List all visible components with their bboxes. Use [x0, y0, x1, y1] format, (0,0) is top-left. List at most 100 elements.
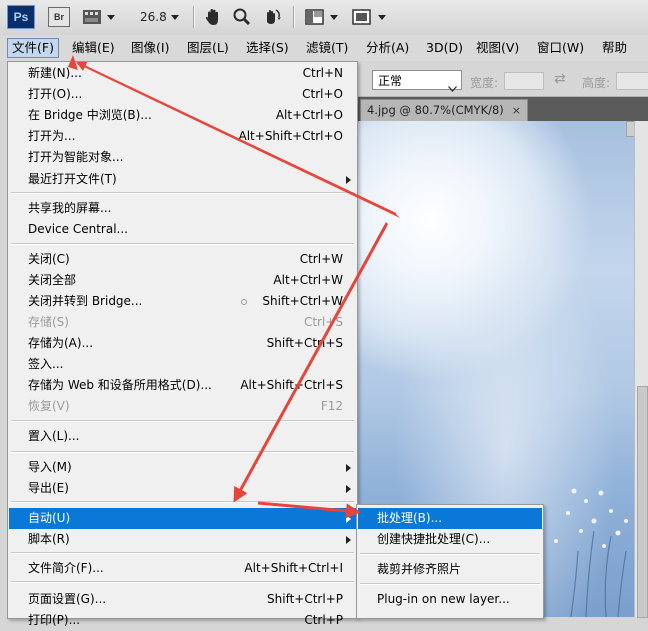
menu-item-revert: 恢复(V) F12 — [9, 396, 356, 417]
menu-item-label: Plug-in on new layer... — [377, 592, 510, 606]
file-menu: 新建(N)... Ctrl+N 打开(O)... Ctrl+O 在 Bridge 中… — [7, 61, 358, 627]
menu-item-shortcut: Alt+Shift+Ctrl+S — [240, 378, 343, 392]
menu-item-create-droplet[interactable]: 创建快捷批处理(C)... — [358, 529, 542, 550]
menu-item-place[interactable]: 置入(L)... — [9, 426, 356, 447]
menu-item-shortcut: Ctrl+S — [303, 315, 343, 329]
menu-item-open-as-smart-object[interactable]: 打开为智能对象... — [9, 147, 356, 168]
bridge-button[interactable]: Br — [48, 7, 70, 27]
automate-submenu: 批处理(B)... 创建快捷批处理(C)... 裁剪并修齐照片 Plug-in … — [356, 504, 544, 619]
hand-tool-icon[interactable] — [203, 7, 223, 27]
chevron-down-icon[interactable] — [107, 15, 115, 20]
zoom-level[interactable]: 26.8 — [140, 10, 167, 24]
menu-item-print[interactable]: 打印(P)... Ctrl+P — [9, 610, 356, 631]
chevron-down-icon[interactable] — [171, 15, 179, 20]
menu-item-recent-files[interactable]: 最近打开文件(T) — [9, 169, 356, 190]
menu-separator — [360, 583, 540, 585]
menu-item-label: 打印(P)... — [28, 613, 81, 627]
menu-item-new[interactable]: 新建(N)... Ctrl+N — [9, 63, 356, 84]
dot-icon — [241, 299, 247, 305]
menu-3d[interactable]: 3D(D) — [422, 38, 467, 58]
width-field[interactable] — [504, 72, 544, 90]
menu-item-shortcut: Shift+Ctrl+P — [267, 592, 343, 606]
menu-item-import[interactable]: 导入(M) — [9, 457, 356, 478]
menu-separator — [360, 553, 540, 555]
menu-item-close-and-go-to-bridge[interactable]: 关闭并转到 Bridge... Shift+Ctrl+W — [9, 291, 356, 312]
width-label: 宽度: — [470, 76, 499, 90]
blend-mode-value: 正常 — [378, 74, 403, 88]
menu-select[interactable]: 选择(S) — [242, 38, 293, 58]
menu-item-label: 在 Bridge 中浏览(B)... — [28, 108, 152, 122]
menu-item-label: 批处理(B)... — [377, 511, 443, 525]
menu-item-plugin-new-layer[interactable]: Plug-in on new layer... — [358, 589, 542, 610]
menu-item-close-all[interactable]: 关闭全部 Alt+Ctrl+W — [9, 270, 356, 291]
chevron-down-icon[interactable] — [330, 15, 338, 20]
menu-item-scripts[interactable]: 脚本(R) — [9, 529, 356, 550]
menu-edit[interactable]: 编辑(E) — [68, 38, 119, 58]
menu-item-label: 最近打开文件(T) — [28, 172, 117, 186]
menu-item-share-screen[interactable]: 共享我的屏幕... — [9, 198, 356, 219]
menu-item-label: Device Central... — [28, 222, 128, 236]
screen-mode-icon[interactable] — [352, 7, 372, 27]
submenu-arrow-icon — [346, 515, 351, 523]
menu-item-label: 文件简介(F)... — [28, 561, 104, 575]
menu-item-device-central[interactable]: Device Central... — [9, 219, 356, 240]
menu-item-save-as[interactable]: 存储为(A)... Shift+Ctrl+S — [9, 333, 356, 354]
menu-image[interactable]: 图像(I) — [127, 38, 173, 58]
toolbar-divider — [293, 6, 295, 28]
vertical-scrollbar[interactable] — [634, 121, 648, 618]
menu-separator — [11, 581, 354, 583]
menu-item-save: 存储(S) Ctrl+S — [9, 312, 356, 333]
menu-item-check-in[interactable]: 签入... — [9, 354, 356, 375]
submenu-arrow-icon — [346, 176, 351, 184]
menu-item-label: 打开(O)... — [28, 87, 83, 101]
menu-item-open-as[interactable]: 打开为... Alt+Shift+Ctrl+O — [9, 126, 356, 147]
filmstrip-icon[interactable] — [82, 7, 104, 27]
menu-layer[interactable]: 图层(L) — [183, 38, 233, 58]
menu-item-label: 存储为(A)... — [28, 336, 94, 350]
menu-filter[interactable]: 滤镜(T) — [302, 38, 352, 58]
menu-item-shortcut: Alt+Shift+Ctrl+O — [238, 129, 343, 143]
menu-separator — [11, 552, 354, 554]
menu-item-export[interactable]: 导出(E) — [9, 478, 356, 499]
blend-mode-select[interactable]: 正常 — [372, 70, 462, 92]
submenu-arrow-icon — [346, 536, 351, 544]
menu-item-shortcut: Alt+Ctrl+O — [275, 108, 343, 122]
menu-item-shortcut: Ctrl+N — [302, 66, 343, 80]
menu-item-shortcut: F12 — [320, 399, 343, 413]
menu-item-label: 自动(U) — [28, 511, 71, 525]
swap-icon[interactable]: ⇄ — [554, 71, 566, 87]
menu-item-label: 导出(E) — [28, 481, 69, 495]
close-icon[interactable]: × — [512, 100, 521, 121]
height-field[interactable] — [616, 72, 648, 90]
menu-item-browse-in-bridge[interactable]: 在 Bridge 中浏览(B)... Alt+Ctrl+O — [9, 105, 356, 126]
menu-item-save-for-web[interactable]: 存储为 Web 和设备所用格式(D)... Alt+Shift+Ctrl+S — [9, 375, 356, 396]
menu-item-shortcut: Alt+Shift+Ctrl+I — [244, 561, 343, 575]
menu-help[interactable]: 帮助(H) — [598, 38, 648, 75]
menu-analysis[interactable]: 分析(A) — [362, 38, 413, 58]
document-tab[interactable]: 4.jpg @ 80.7%(CMYK/8) × — [360, 99, 528, 121]
photoshop-logo: Ps — [7, 5, 35, 29]
menu-item-shortcut: Alt+Ctrl+W — [273, 273, 343, 287]
menu-item-crop-straighten[interactable]: 裁剪并修齐照片 — [358, 559, 542, 580]
menu-separator — [11, 501, 354, 503]
menu-file[interactable]: 文件(F) — [7, 38, 59, 58]
rotate-view-icon[interactable] — [261, 7, 283, 27]
menu-window[interactable]: 窗口(W) — [533, 38, 588, 58]
zoom-tool-icon[interactable] — [232, 7, 252, 27]
menu-view[interactable]: 视图(V) — [472, 38, 523, 58]
menu-item-label: 恢复(V) — [28, 399, 70, 413]
menu-item-page-setup[interactable]: 页面设置(G)... Shift+Ctrl+P — [9, 589, 356, 610]
menu-item-shortcut: Shift+Ctrl+S — [266, 336, 343, 350]
options-bar: 正常 宽度: ⇄ 高度: — [356, 62, 648, 97]
menu-item-automate[interactable]: 自动(U) — [9, 508, 356, 529]
menu-item-label: 置入(L)... — [28, 429, 80, 443]
scrollbar-thumb[interactable] — [637, 386, 648, 618]
menu-item-open[interactable]: 打开(O)... Ctrl+O — [9, 84, 356, 105]
application-bar: Ps Br 26.8 — [0, 0, 648, 36]
menu-item-close[interactable]: 关闭(C) Ctrl+W — [9, 249, 356, 270]
menu-item-file-info[interactable]: 文件简介(F)... Alt+Shift+Ctrl+I — [9, 558, 356, 579]
chevron-down-icon[interactable] — [378, 15, 386, 20]
menu-separator — [11, 192, 354, 194]
menu-item-batch[interactable]: 批处理(B)... — [358, 508, 542, 529]
arrange-documents-icon[interactable] — [305, 7, 325, 27]
